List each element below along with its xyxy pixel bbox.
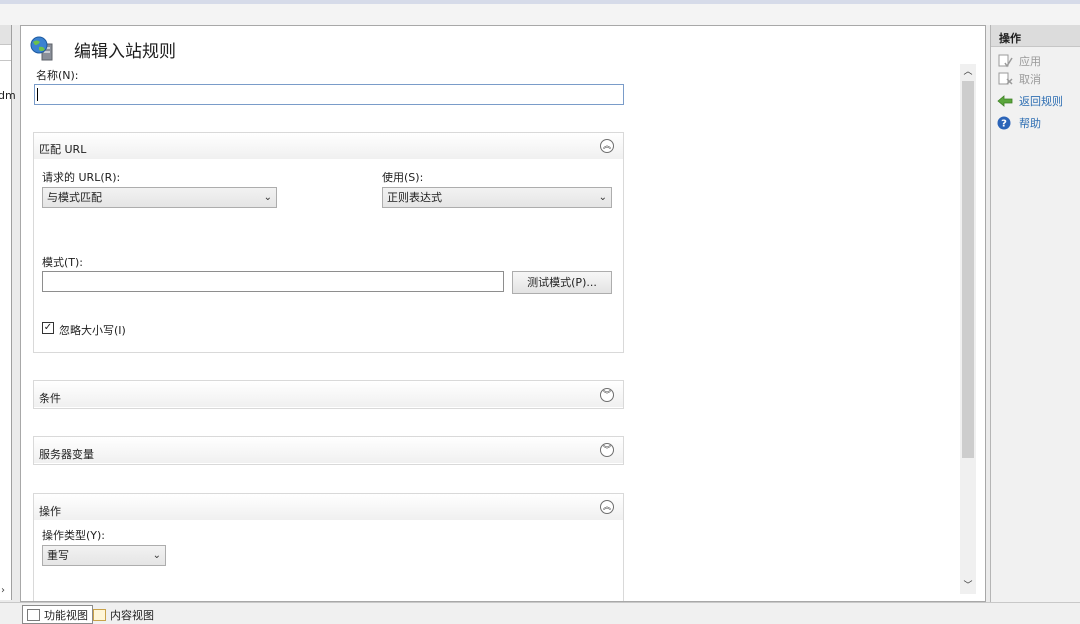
action-type-label: 操作类型(Y): [42, 529, 106, 542]
server-variables-header[interactable]: 服务器变量 ︾ [34, 437, 623, 463]
svg-text:?: ? [1001, 119, 1007, 130]
chevron-down-icon: ⌄ [152, 550, 161, 561]
connections-pane-header [0, 25, 11, 45]
chevron-down-icon: ⌄ [598, 192, 607, 203]
name-input[interactable] [34, 84, 624, 105]
ignore-case-checkbox[interactable]: ✓ [42, 322, 54, 334]
help-action[interactable]: ? 帮助 [997, 115, 1041, 131]
conditions-title: 条件 [39, 392, 61, 405]
page-header: 编辑入站规则 [29, 36, 176, 62]
cancel-icon [997, 72, 1013, 86]
scrollbar-thumb[interactable] [962, 81, 974, 458]
using-label: 使用(S): [382, 171, 424, 184]
back-to-rules-action[interactable]: 返回规则 [997, 93, 1063, 109]
conditions-section: 条件 ︾ [33, 380, 624, 409]
cancel-action[interactable]: 取消 [997, 71, 1041, 87]
back-arrow-icon [997, 94, 1013, 108]
pattern-label: 模式(T): [42, 256, 84, 269]
server-variables-title: 服务器变量 [39, 448, 94, 461]
match-url-section: 匹配 URL ︽ 请求的 URL(R): 与模式匹配 ⌄ 使用(S): 正则表达… [33, 132, 624, 353]
requested-url-label: 请求的 URL(R): [42, 171, 121, 184]
match-url-title: 匹配 URL [39, 143, 87, 156]
expand-icon[interactable]: ︾ [600, 443, 614, 457]
scroll-down-icon[interactable]: ﹀ [960, 578, 976, 594]
content-view-icon [93, 608, 106, 621]
action-header[interactable]: 操作 ︽ [34, 494, 623, 520]
tab-content-view[interactable]: 内容视图 [89, 605, 158, 624]
test-pattern-button[interactable]: 测试模式(P)... [512, 271, 612, 294]
scroll-right-arrow-icon[interactable]: › [1, 585, 5, 596]
server-variables-section: 服务器变量 ︾ [33, 436, 624, 465]
using-select[interactable]: 正则表达式 ⌄ [382, 187, 612, 208]
requested-url-select[interactable]: 与模式匹配 ⌄ [42, 187, 277, 208]
status-bar: 功能视图 内容视图 [0, 602, 1080, 624]
actions-pane: 操作 应用 取消 返回规则 ? 帮助 [990, 25, 1080, 602]
apply-icon [997, 54, 1013, 68]
apply-action[interactable]: 应用 [997, 53, 1041, 69]
tab-features-view[interactable]: 功能视图 [22, 605, 93, 624]
text-caret [37, 88, 38, 101]
scroll-up-icon[interactable]: ︿ [960, 64, 976, 80]
action-section: 操作 ︽ 操作类型(Y): 重写 ⌄ [33, 493, 624, 601]
conditions-header[interactable]: 条件 ︾ [34, 381, 623, 407]
name-label: 名称(N): [36, 69, 79, 82]
main-content-panel: 编辑入站规则 名称(N): 匹配 URL ︽ 请求的 URL(R): 与模式匹配… [20, 25, 986, 602]
toolbar-strip [0, 4, 1080, 25]
match-url-header[interactable]: 匹配 URL ︽ [34, 133, 623, 159]
chevron-down-icon: ⌄ [263, 192, 272, 203]
vertical-scrollbar[interactable]: ︿ ﹀ [960, 64, 976, 594]
action-title: 操作 [39, 505, 61, 518]
expand-icon[interactable]: ︾ [600, 388, 614, 402]
connections-pane: dm › [0, 25, 16, 600]
collapse-icon[interactable]: ︽ [600, 139, 614, 153]
collapse-icon[interactable]: ︽ [600, 500, 614, 514]
help-icon: ? [997, 116, 1013, 130]
ignore-case-label[interactable]: 忽略大小写(I) [59, 322, 126, 338]
connections-tree-item[interactable]: dm [0, 89, 16, 102]
features-view-icon [27, 608, 40, 621]
action-type-select[interactable]: 重写 ⌄ [42, 545, 166, 566]
actions-pane-header: 操作 [991, 25, 1080, 47]
server-globe-icon [29, 36, 57, 62]
connections-pane-toolbar [0, 45, 11, 61]
pattern-input[interactable] [42, 271, 504, 292]
page-title: 编辑入站规则 [74, 41, 176, 62]
